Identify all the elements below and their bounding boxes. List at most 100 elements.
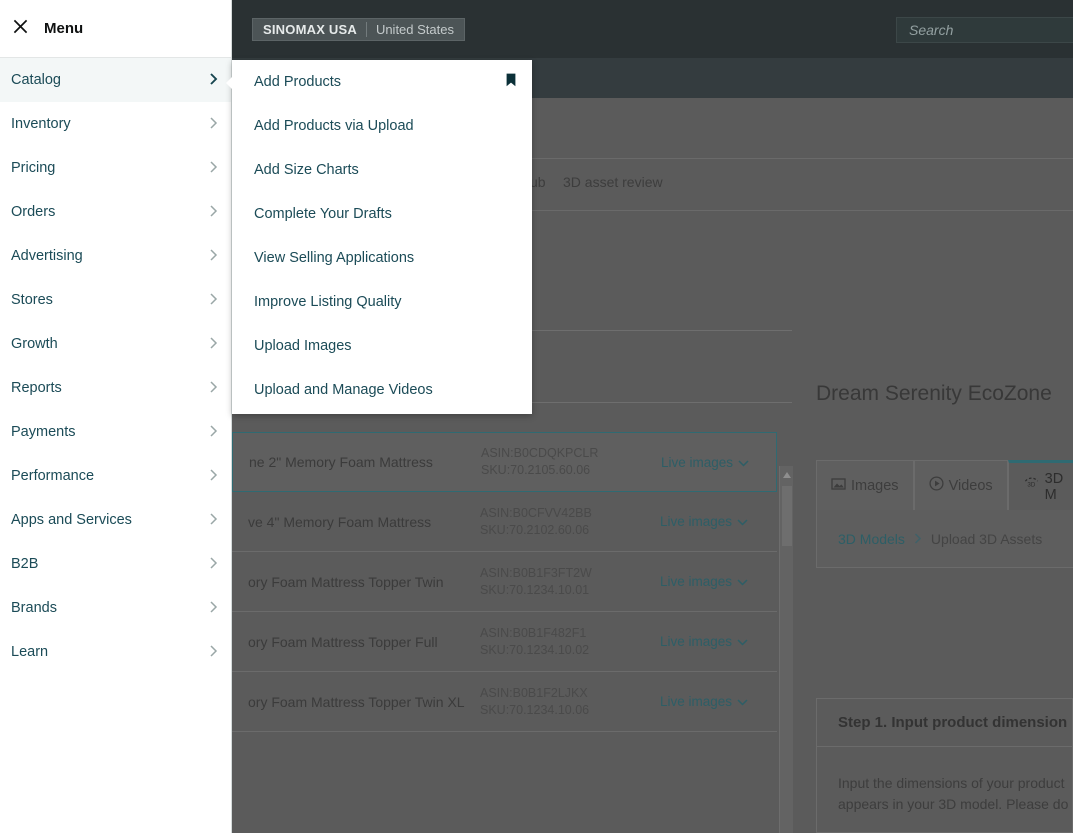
submenu-item-upload-images[interactable]: Upload Images <box>232 324 532 368</box>
sidebar-item-growth[interactable]: Growth <box>0 322 231 366</box>
submenu-item-upload-and-manage-videos[interactable]: Upload and Manage Videos <box>232 368 532 412</box>
account-switcher[interactable]: SINOMAX USA United States <box>252 18 465 41</box>
chevron-right-icon <box>914 531 922 547</box>
chevron-down-icon <box>737 574 748 589</box>
sidebar-item-label: Payments <box>11 424 76 440</box>
asset-status-label: Live images <box>661 454 734 470</box>
sidebar-item-inventory[interactable]: Inventory <box>0 102 231 146</box>
chevron-right-icon <box>209 292 218 308</box>
chevron-right-icon <box>209 600 218 616</box>
scrollbar-thumb[interactable] <box>782 486 792 546</box>
search-input[interactable]: Search <box>896 17 1073 43</box>
submenu-item-label: Add Products via Upload <box>254 118 414 134</box>
account-store-name: SINOMAX USA <box>263 22 357 37</box>
sidebar-item-reports[interactable]: Reports <box>0 366 231 410</box>
submenu-item-label: Upload Images <box>254 338 352 354</box>
tab-images-label: Images <box>851 477 899 494</box>
sidebar-item-catalog[interactable]: Catalog <box>0 58 231 102</box>
sidebar-item-performance[interactable]: Performance <box>0 454 231 498</box>
chevron-down-icon <box>737 514 748 529</box>
submenu-item-add-size-charts[interactable]: Add Size Charts <box>232 148 532 192</box>
table-row[interactable]: ory Foam Mattress Topper Full ASIN:B0B1F… <box>232 612 777 672</box>
asset-status-dropdown[interactable]: Live images <box>660 694 748 709</box>
chevron-right-icon <box>209 72 218 88</box>
breadcrumb: 3D Models Upload 3D Assets <box>816 510 1073 568</box>
chevron-down-icon <box>738 455 749 470</box>
breadcrumb-parent[interactable]: 3D Models <box>838 531 905 547</box>
table-row[interactable]: ve 4" Memory Foam Mattress ASIN:B0CFVV42… <box>232 492 777 552</box>
page-tab-0[interactable]: ub <box>530 174 546 190</box>
account-divider <box>365 22 367 37</box>
submenu-item-complete-your-drafts[interactable]: Complete Your Drafts <box>232 192 532 236</box>
submenu-item-add-products[interactable]: Add Products <box>232 60 532 104</box>
submenu-item-label: Complete Your Drafts <box>254 206 392 222</box>
sidebar-item-brands[interactable]: Brands <box>0 586 231 630</box>
sidebar-item-pricing[interactable]: Pricing <box>0 146 231 190</box>
product-asin: ASIN:B0B1F2LJKX <box>480 685 588 700</box>
bookmark-icon[interactable] <box>506 73 516 91</box>
sidebar-item-label: Stores <box>11 292 53 308</box>
product-name: ory Foam Mattress Topper Twin <box>248 573 444 590</box>
submenu-item-view-selling-applications[interactable]: View Selling Applications <box>232 236 532 280</box>
submenu-item-improve-listing-quality[interactable]: Improve Listing Quality <box>232 280 532 324</box>
product-name: ne 2" Memory Foam Mattress <box>249 454 433 470</box>
sidebar-item-orders[interactable]: Orders <box>0 190 231 234</box>
close-icon[interactable] <box>13 19 28 39</box>
product-list[interactable]: ne 2" Memory Foam Mattress ASIN:B0CDQKPC… <box>232 432 792 735</box>
product-identifiers: ASIN:B0B1F2LJKX SKU:70.1234.10.06 <box>480 685 630 719</box>
sidebar-item-stores[interactable]: Stores <box>0 278 231 322</box>
submenu-item-add-products-via-upload[interactable]: Add Products via Upload <box>232 104 532 148</box>
chevron-right-icon <box>209 556 218 572</box>
chevron-down-icon <box>737 694 748 709</box>
sidebar-item-advertising[interactable]: Advertising <box>0 234 231 278</box>
sidebar-item-label: B2B <box>11 556 39 572</box>
asset-status-dropdown[interactable]: Live images <box>660 634 748 649</box>
play-circle-icon <box>929 476 944 495</box>
product-name: ve 4" Memory Foam Mattress <box>248 513 432 530</box>
sidebar-item-label: Inventory <box>11 116 71 132</box>
menu-header: Menu <box>0 0 231 58</box>
sidebar-item-apps-and-services[interactable]: Apps and Services <box>0 498 231 542</box>
step-1-card: Step 1. Input product dimension Input th… <box>816 698 1073 833</box>
menu-title: Menu <box>44 20 84 37</box>
sidebar-item-label: Pricing <box>11 160 56 176</box>
chevron-right-icon <box>209 160 218 176</box>
page-tab-1[interactable]: 3D asset review <box>563 174 663 190</box>
step-1-body-line-2: appears in your 3D model. Please do <box>838 796 1069 812</box>
asset-status-label: Live images <box>660 634 733 649</box>
table-row[interactable]: ory Foam Mattress Topper Twin ASIN:B0B1F… <box>232 552 777 612</box>
submenu-item-label: Add Products <box>254 74 342 90</box>
submenu-item-label: Improve Listing Quality <box>254 294 402 310</box>
asset-status-dropdown[interactable]: Live images <box>660 574 748 589</box>
tab-videos[interactable]: Videos <box>913 460 1008 510</box>
sidebar-item-b2b[interactable]: B2B <box>0 542 231 586</box>
tab-3d-models[interactable]: 3D 3D M <box>1007 460 1073 510</box>
asset-status-dropdown[interactable]: Live images <box>660 514 748 529</box>
tab-videos-label: Videos <box>948 477 993 494</box>
sidebar-item-label: Advertising <box>11 248 83 264</box>
product-list-scrollbar[interactable] <box>779 466 793 833</box>
product-identifiers: ASIN:B0B1F3FT2W SKU:70.1234.10.01 <box>480 565 630 599</box>
product-asin: ASIN:B0CFVV42BB <box>480 505 592 520</box>
chevron-right-icon <box>209 644 218 660</box>
tab-images[interactable]: Images <box>816 460 914 510</box>
table-row[interactable]: ne 2" Memory Foam Mattress ASIN:B0CDQKPC… <box>232 432 777 492</box>
submenu-item-label: View Selling Applications <box>254 250 415 266</box>
asset-status-dropdown[interactable]: Live images <box>661 455 749 470</box>
chevron-right-icon <box>209 204 218 220</box>
sidebar-item-label: Orders <box>11 204 56 220</box>
submenu-item-label: Upload and Manage Videos <box>254 382 433 398</box>
table-row[interactable]: ory Foam Mattress Topper Twin XL ASIN:B0… <box>232 672 777 732</box>
3d-icon: 3D <box>1023 477 1040 496</box>
chevron-right-icon <box>209 468 218 484</box>
chevron-right-icon <box>209 424 218 440</box>
chevron-right-icon <box>209 512 218 528</box>
svg-text:3D: 3D <box>1027 482 1035 489</box>
product-identifiers: ASIN:B0CDQKPCLR SKU:70.2105.60.06 <box>481 445 631 479</box>
product-name: ory Foam Mattress Topper Full <box>248 633 438 650</box>
asset-type-tabs: Images Videos 3D 3D M <box>816 460 1073 510</box>
sidebar-item-learn[interactable]: Learn <box>0 630 231 674</box>
table-row[interactable]: ory Foam Mattress Topper Queen ASIN:B0B1… <box>232 732 777 735</box>
scroll-up-arrow-icon[interactable] <box>783 472 791 478</box>
sidebar-item-payments[interactable]: Payments <box>0 410 231 454</box>
